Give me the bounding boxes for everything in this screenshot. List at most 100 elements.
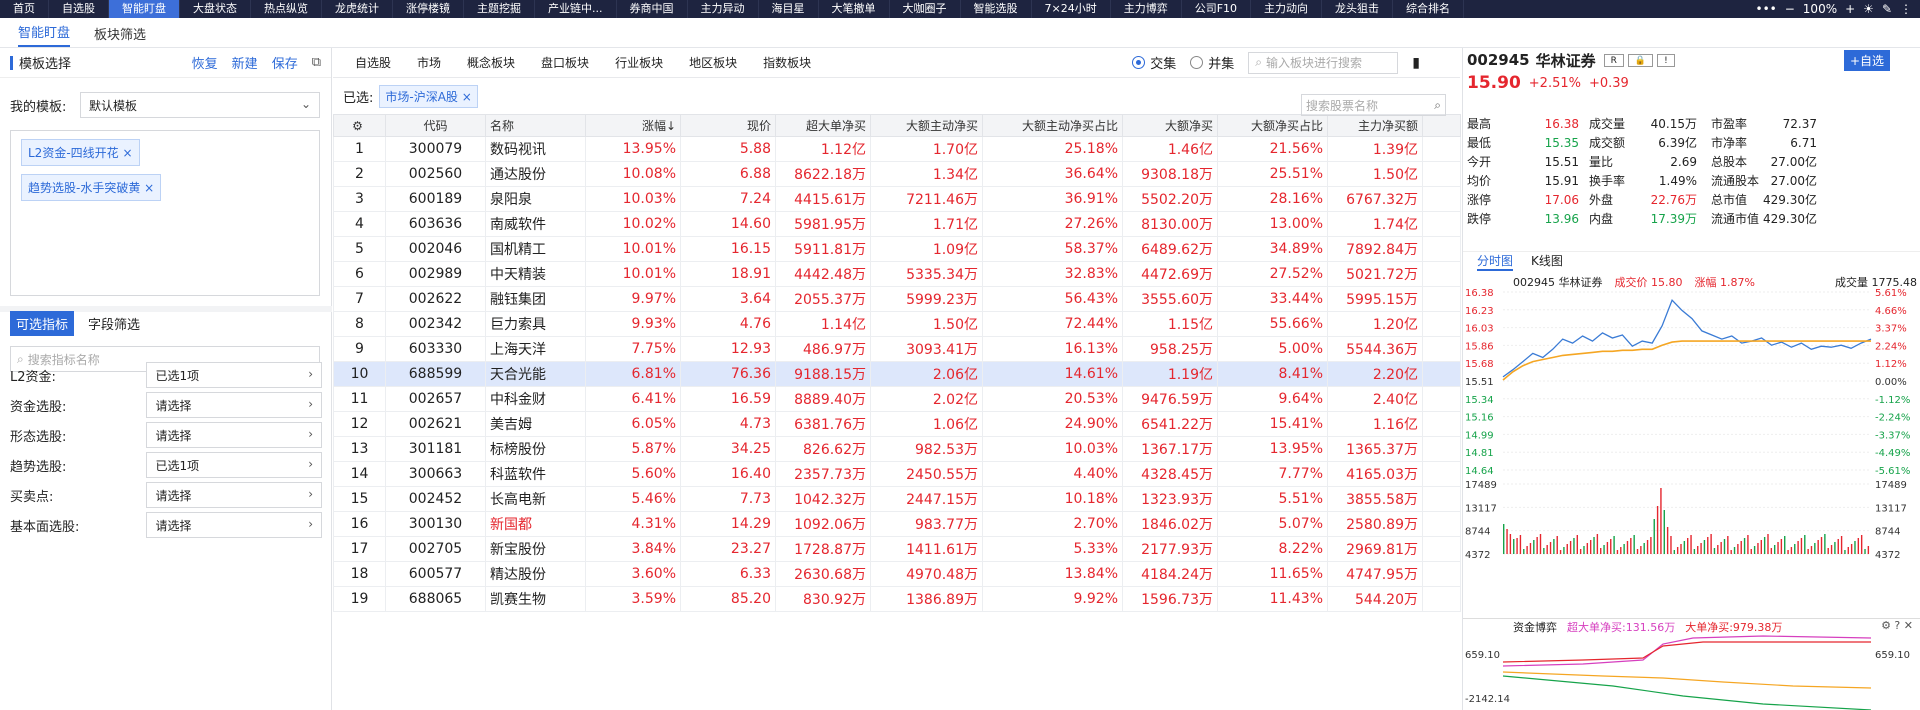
- column-header[interactable]: 主力净买额: [1327, 114, 1423, 137]
- filter-select[interactable]: 请选择 ›: [146, 482, 322, 508]
- y-tick-left: 14.64: [1465, 466, 1494, 477]
- nav-item-20[interactable]: 综合排名: [1393, 0, 1465, 18]
- intraday-chart[interactable]: 16.38 5.61% 16.23 4.66% 16.03 3.37% 15.86 2.24%…: [1463, 288, 1920, 558]
- table-row[interactable]: 5 002046 国机精工 10.01% 16.15 5911.81万 1.09亿 58.37…: [333, 236, 1461, 262]
- nav-item-6[interactable]: 涨停楼镜: [393, 0, 464, 18]
- panel-toggle-icon[interactable]: ▮: [1412, 55, 1420, 71]
- tab-optional-indicators[interactable]: 可选指标: [10, 310, 75, 336]
- new-button[interactable]: 新建: [232, 53, 258, 72]
- nav-item-2[interactable]: 智能盯盘: [109, 0, 180, 18]
- nav-item-19[interactable]: 龙头狙击: [1322, 0, 1394, 18]
- table-row[interactable]: 15 002452 长高电新 5.46% 7.73 1042.32万 2447.15万 10.…: [333, 486, 1461, 512]
- column-header[interactable]: 超大单净买: [775, 114, 871, 137]
- filter-select[interactable]: 已选1项 ›: [146, 452, 322, 478]
- nav-item-4[interactable]: 热点纵览: [251, 0, 322, 18]
- market-tab-6[interactable]: 指数板块: [763, 54, 811, 71]
- table-row[interactable]: 2 002560 通达股份 10.08% 6.88 8622.18万 1.34亿 36.64%…: [333, 161, 1461, 187]
- table-row[interactable]: 14 300663 科蓝软件 5.60% 16.40 2357.73万 2450.55万 4.…: [333, 461, 1461, 487]
- nav-item-7[interactable]: 主题挖掘: [464, 0, 535, 18]
- zoom-out-icon[interactable]: −: [1785, 2, 1795, 16]
- add-watchlist-button[interactable]: +自选: [1843, 49, 1890, 71]
- table-cell: 830.92万: [775, 586, 871, 612]
- tab-smart-watch[interactable]: 智能盯盘: [18, 22, 71, 47]
- nav-item-10[interactable]: 主力异动: [688, 0, 759, 18]
- market-tab-3[interactable]: 盘口板块: [541, 54, 589, 71]
- tab-intraday[interactable]: 分时图: [1477, 252, 1514, 271]
- table-row[interactable]: 19 688065 凯赛生物 3.59% 85.20 830.92万 1386.89万 9.9…: [333, 586, 1461, 612]
- table-row[interactable]: 8 002342 巨力索具 9.93% 4.76 1.14亿 1.50亿 72.44% 1.15…: [333, 311, 1461, 337]
- export-icon[interactable]: ⧉: [312, 55, 321, 70]
- more-menu-icon[interactable]: ⋮: [1900, 2, 1912, 16]
- edit-icon[interactable]: ✎: [1882, 2, 1892, 16]
- nav-item-9[interactable]: 券商中国: [617, 0, 688, 18]
- table-row[interactable]: 7 002622 融钰集团 9.97% 3.64 2055.37万 5999.23万 56.4…: [333, 286, 1461, 312]
- table-row[interactable]: 16 300130 新国都 4.31% 14.29 1092.06万 983.77万 2.70…: [333, 511, 1461, 537]
- board-search-input[interactable]: ⌕ 输入板块进行搜索: [1248, 51, 1399, 74]
- table-row[interactable]: 13 301181 标榜股份 5.87% 34.25 826.62万 982.53万 10.0…: [333, 436, 1461, 462]
- stock-search-input[interactable]: 搜索股票名称 ⌕: [1301, 94, 1446, 116]
- settings-icon[interactable]: ⚙: [333, 114, 386, 137]
- chip-trend[interactable]: 趋势选股-水手突破黄 ×: [21, 174, 162, 201]
- market-tab-0[interactable]: 自选股: [355, 54, 391, 71]
- table-cell: 002705: [385, 536, 486, 562]
- nav-item-13[interactable]: 大咖圈子: [890, 0, 961, 18]
- zoom-in-icon[interactable]: +: [1845, 2, 1855, 16]
- nav-item-5[interactable]: 龙虎统计: [322, 0, 393, 18]
- nav-item-18[interactable]: 主力动向: [1251, 0, 1323, 18]
- restore-button[interactable]: 恢复: [192, 53, 218, 72]
- tab-kline[interactable]: K线图: [1531, 252, 1563, 271]
- table-row[interactable]: 18 600577 精达股份 3.60% 6.33 2630.68万 4970.48万 13.…: [333, 561, 1461, 587]
- table-row[interactable]: 12 002621 美吉姆 6.05% 4.73 6381.76万 1.06亿 24.90% 6…: [333, 411, 1461, 437]
- column-header[interactable]: 大额主动净买: [870, 114, 983, 137]
- market-tab-2[interactable]: 概念板块: [467, 54, 515, 71]
- column-header[interactable]: 名称: [485, 114, 586, 137]
- column-header[interactable]: 大额净买: [1122, 114, 1218, 137]
- column-header[interactable]: 大额主动净买占比: [982, 114, 1123, 137]
- volume-bar: [1747, 535, 1749, 554]
- radio-intersection[interactable]: 交集: [1132, 53, 1176, 72]
- market-tab-5[interactable]: 地区板块: [689, 54, 737, 71]
- nav-item-0[interactable]: 首页: [0, 0, 49, 18]
- table-cell: 4.40%: [982, 461, 1123, 487]
- chip-l2[interactable]: L2资金-四线开花 ×: [21, 139, 140, 166]
- nav-item-16[interactable]: 主力博弈: [1111, 0, 1182, 18]
- theme-icon[interactable]: ☀: [1863, 2, 1874, 16]
- nav-item-17[interactable]: 公司F10: [1182, 0, 1252, 18]
- nav-item-15[interactable]: 7×24小时: [1032, 0, 1111, 18]
- save-button[interactable]: 保存: [272, 53, 298, 72]
- table-cell: 6381.76万: [775, 411, 871, 437]
- table-row[interactable]: 1 300079 数码视讯 13.95% 5.88 1.12亿 1.70亿 25.18% 1.4…: [333, 136, 1461, 162]
- nav-item-3[interactable]: 大盘状态: [180, 0, 251, 18]
- table-row[interactable]: 17 002705 新宝股份 3.84% 23.27 1728.87万 1411.61万 5.…: [333, 536, 1461, 562]
- table-row[interactable]: 3 600189 泉阳泉 10.03% 7.24 4415.61万 7211.46万 36.9…: [333, 186, 1461, 212]
- alert-icon[interactable]: !: [1657, 53, 1675, 67]
- market-tab-4[interactable]: 行业板块: [615, 54, 663, 71]
- radio-union[interactable]: 并集: [1190, 53, 1234, 72]
- my-template-select[interactable]: 默认模板 ⌄: [80, 92, 320, 118]
- column-header[interactable]: 涨幅↓: [585, 114, 681, 137]
- column-header[interactable]: 现价: [680, 114, 776, 137]
- nav-item-11[interactable]: 海目星: [759, 0, 819, 18]
- table-row[interactable]: 11 002657 中科金财 6.41% 16.59 8889.40万 2.02亿 20.53…: [333, 386, 1461, 412]
- nav-item-14[interactable]: 智能选股: [961, 0, 1032, 18]
- more-icon[interactable]: •••: [1756, 2, 1777, 16]
- nav-item-1[interactable]: 自选股: [49, 0, 109, 18]
- filter-select[interactable]: 已选1项 ›: [146, 362, 322, 388]
- table-row[interactable]: 9 603330 上海天洋 7.75% 12.93 486.97万 3093.41万 16.1…: [333, 336, 1461, 362]
- table-row[interactable]: 4 603636 南威软件 10.02% 14.60 5981.95万 1.71亿 27.26…: [333, 211, 1461, 237]
- market-tab-1[interactable]: 市场: [417, 54, 441, 71]
- lock-icon[interactable]: 🔒: [1627, 53, 1654, 67]
- column-header[interactable]: 大额净买占比: [1217, 114, 1328, 137]
- table-row[interactable]: 6 002989 中天精装 10.01% 18.91 4442.48万 5335.34万 32…: [333, 261, 1461, 287]
- nav-item-12[interactable]: 大笔撤单: [819, 0, 890, 18]
- filter-select[interactable]: 请选择 ›: [146, 422, 322, 448]
- column-header[interactable]: 代码: [385, 114, 486, 137]
- filter-select[interactable]: 请选择 ›: [146, 512, 322, 538]
- selected-chip[interactable]: 市场-沪深A股 ×: [379, 84, 478, 108]
- tab-board-filter[interactable]: 板块筛选: [94, 24, 146, 47]
- flow-tools-icon[interactable]: ⚙ ? ✕: [1881, 619, 1913, 632]
- nav-item-8[interactable]: 产业链中...: [535, 0, 617, 18]
- table-row[interactable]: 10 688599 天合光能 6.81% 76.36 9188.15万 2.06亿 14.61…: [333, 361, 1461, 387]
- filter-select[interactable]: 请选择 ›: [146, 392, 322, 418]
- tab-field-filter[interactable]: 字段筛选: [82, 311, 146, 336]
